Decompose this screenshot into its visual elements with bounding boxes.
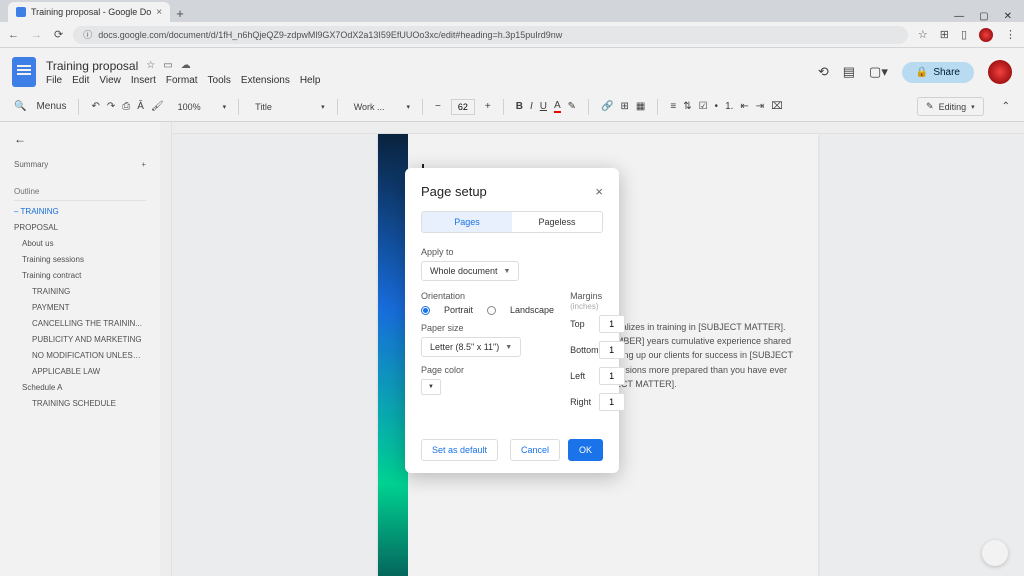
paper-size-label: Paper size — [421, 323, 554, 333]
page-color-select[interactable]: ▼ — [421, 379, 441, 395]
cancel-button[interactable]: Cancel — [510, 439, 560, 461]
radio-landscape[interactable] — [487, 306, 496, 315]
margin-top-label: Top — [570, 319, 585, 329]
dialog-close-icon[interactable]: × — [595, 184, 603, 199]
margin-right-label: Right — [570, 397, 591, 407]
margin-bottom-label: Bottom — [570, 345, 599, 355]
apply-to-label: Apply to — [421, 247, 603, 257]
dialog-tabs: Pages Pageless — [421, 211, 603, 233]
margin-right-input[interactable] — [599, 393, 625, 411]
chevron-down-icon: ▼ — [505, 344, 512, 351]
page-setup-dialog: Page setup × Pages Pageless Apply to Who… — [405, 168, 619, 473]
margin-left-label: Left — [570, 371, 585, 381]
orientation-label: Orientation — [421, 291, 554, 301]
dialog-title: Page setup — [421, 184, 487, 199]
margin-bottom-input[interactable] — [599, 341, 625, 359]
margins-label: Margins (inches) — [570, 291, 625, 311]
set-default-button[interactable]: Set as default — [421, 439, 498, 461]
tab-pageless[interactable]: Pageless — [512, 212, 602, 232]
chevron-down-icon: ▼ — [504, 268, 511, 275]
paper-size-select[interactable]: Letter (8.5" x 11") ▼ — [421, 337, 521, 357]
margin-top-input[interactable] — [599, 315, 625, 333]
tab-pages[interactable]: Pages — [422, 212, 512, 232]
ok-button[interactable]: OK — [568, 439, 603, 461]
page-color-label: Page color — [421, 365, 554, 375]
radio-portrait[interactable] — [421, 306, 430, 315]
margin-left-input[interactable] — [599, 367, 625, 385]
apply-to-select[interactable]: Whole document ▼ — [421, 261, 519, 281]
